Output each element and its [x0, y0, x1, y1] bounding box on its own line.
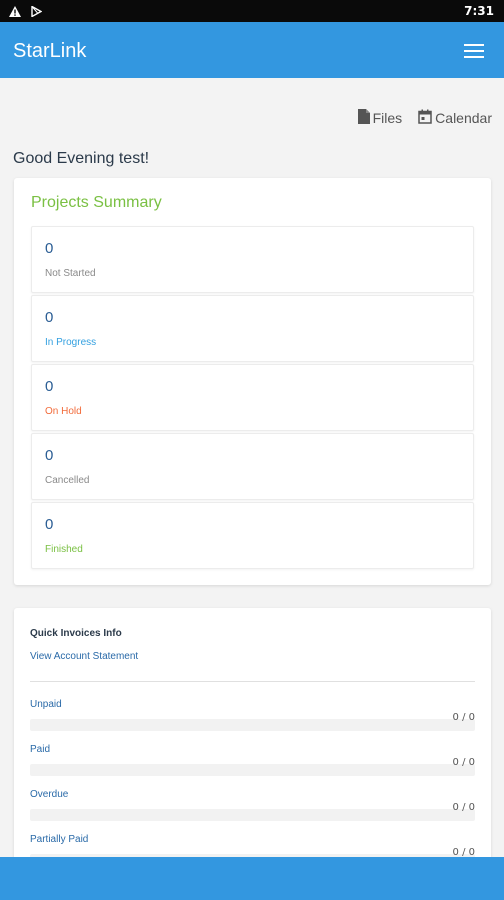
stat-value: 0 [45, 309, 54, 326]
projects-summary-card: Projects Summary 0 Not Started 0 In Prog… [14, 178, 491, 585]
stat-on-hold[interactable]: 0 On Hold [31, 364, 474, 431]
app-bar: StarLink [0, 22, 504, 78]
calendar-link[interactable]: Calendar [418, 109, 492, 127]
stat-label: Cancelled [45, 475, 90, 486]
stat-value: 0 [45, 447, 54, 464]
calendar-icon [418, 109, 432, 127]
invoice-row-count: 0 / 0 [452, 757, 475, 768]
invoice-row-unpaid[interactable]: Unpaid 0 / 0 [30, 699, 475, 739]
stat-value: 0 [45, 240, 54, 257]
quick-invoices-card: Quick Invoices Info View Account Stateme… [14, 608, 491, 857]
invoice-row-count: 0 / 0 [452, 802, 475, 813]
invoices-title: Quick Invoices Info [30, 628, 122, 639]
invoice-row-label: Partially Paid [30, 834, 89, 845]
progress-track [30, 809, 475, 821]
files-link-label: Files [372, 110, 403, 126]
file-icon [357, 109, 370, 127]
stat-not-started[interactable]: 0 Not Started [31, 226, 474, 293]
invoice-row-label: Paid [30, 744, 51, 755]
stat-value: 0 [45, 516, 54, 533]
greeting-text: Good Evening test! [13, 150, 150, 167]
stat-cancelled[interactable]: 0 Cancelled [31, 433, 474, 500]
projects-summary-title: Projects Summary [31, 194, 162, 211]
invoice-row-count: 0 / 0 [452, 712, 475, 723]
progress-track [30, 764, 475, 776]
invoice-row-count: 0 / 0 [452, 847, 475, 857]
invoice-row-overdue[interactable]: Overdue 0 / 0 [30, 789, 475, 829]
divider [30, 681, 475, 682]
hamburger-menu-icon[interactable] [464, 44, 484, 58]
status-bar: 7:31 [0, 0, 504, 22]
invoice-row-label: Unpaid [30, 699, 62, 710]
warning-icon [9, 4, 21, 22]
stat-label: Finished [45, 544, 83, 555]
files-link[interactable]: Files [357, 109, 403, 127]
stat-label: In Progress [45, 337, 97, 348]
stat-label: Not Started [45, 268, 96, 279]
stat-value: 0 [45, 378, 54, 395]
invoice-row-partially-paid[interactable]: Partially Paid 0 / 0 [30, 834, 475, 857]
main-content: Files Calendar Good Evening test! Projec… [0, 78, 504, 857]
clock: 7:31 [464, 4, 494, 18]
invoice-row-paid[interactable]: Paid 0 / 0 [30, 744, 475, 784]
view-account-statement-link[interactable]: View Account Statement [30, 651, 138, 662]
stat-finished[interactable]: 0 Finished [31, 502, 474, 569]
stat-label: On Hold [45, 406, 82, 417]
calendar-link-label: Calendar [435, 110, 492, 126]
stat-in-progress[interactable]: 0 In Progress [31, 295, 474, 362]
play-store-icon [31, 4, 43, 22]
app-title: StarLink [13, 40, 87, 62]
invoice-row-label: Overdue [30, 789, 69, 800]
progress-track [30, 719, 475, 731]
bottom-bar [0, 857, 504, 900]
quick-links: Files Calendar [357, 109, 492, 127]
